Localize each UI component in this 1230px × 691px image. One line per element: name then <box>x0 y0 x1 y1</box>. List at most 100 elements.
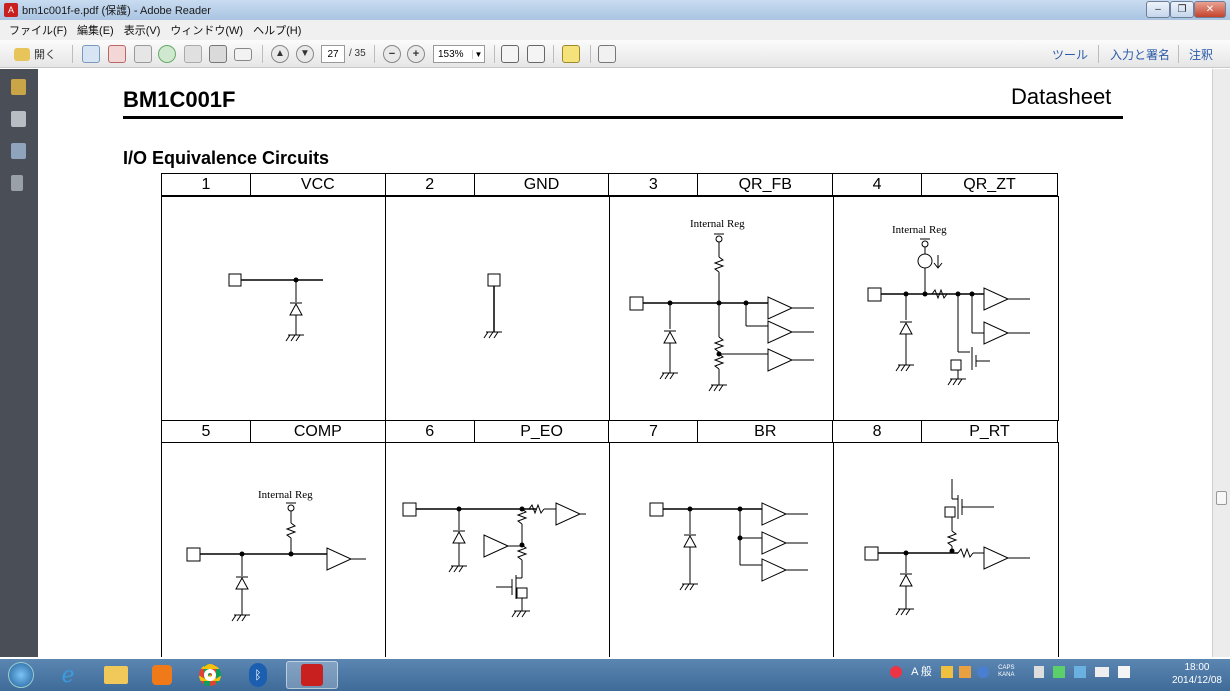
scroll-thumb[interactable] <box>1216 491 1227 505</box>
comment-link[interactable]: 注釈 <box>1189 46 1213 63</box>
print-button[interactable] <box>209 44 227 64</box>
sign-button[interactable] <box>134 44 152 64</box>
expand-button[interactable] <box>598 44 616 64</box>
internal-reg-label: Internal Reg <box>258 489 313 501</box>
circuit-p-eo <box>385 442 610 657</box>
zoom-select[interactable]: 153% ▼ <box>433 45 485 63</box>
qr-zt-circuit-diagram: Internal Reg <box>867 224 1030 386</box>
internet-explorer-icon: e <box>61 662 75 688</box>
paperclip-icon[interactable] <box>11 175 23 191</box>
menu-view[interactable]: 表示(V) <box>119 22 166 38</box>
tools-link[interactable]: ツール <box>1052 46 1088 63</box>
pin-header-row-2: 5 COMP 6 P_EO 7 BR 8 P_RT <box>161 420 1058 443</box>
minimize-button[interactable]: – <box>1146 1 1170 18</box>
next-page-button[interactable]: ▼ <box>296 44 314 64</box>
cloud-icon <box>158 45 176 63</box>
ime-mode[interactable]: A 般 <box>911 666 932 678</box>
close-button[interactable]: ✕ <box>1194 1 1226 18</box>
plus-icon: + <box>407 45 425 63</box>
vertical-scrollbar[interactable] <box>1212 69 1230 657</box>
pages-icon[interactable] <box>11 111 26 127</box>
comp-circuit-diagram: Internal Reg <box>186 489 366 622</box>
maximize-button[interactable]: ❐ <box>1170 1 1194 18</box>
cloud-upload-button[interactable] <box>158 44 176 64</box>
toolbar-divider <box>72 45 73 63</box>
bluetooth-icon: ᛒ <box>249 663 267 687</box>
taskbar-bluetooth[interactable]: ᛒ <box>236 661 280 689</box>
menu-file[interactable]: ファイル(F) <box>4 22 72 38</box>
pin-number: 4 <box>832 173 923 196</box>
page-number-input[interactable] <box>321 45 345 63</box>
pin-header-row-1: 1 VCC 2 GND 3 QR_FB 4 QR_ZT <box>161 173 1058 196</box>
taskbar-media-player[interactable] <box>140 661 184 689</box>
expand-icon <box>598 45 616 63</box>
ime-tool-icon[interactable] <box>940 666 953 679</box>
ime-help-icon[interactable] <box>977 666 990 679</box>
clock[interactable]: 18:00 2014/12/08 <box>1172 661 1222 687</box>
arrow-up-icon: ▲ <box>271 45 289 63</box>
open-button[interactable]: 開く <box>8 44 62 64</box>
folder-icon <box>104 666 128 684</box>
previous-page-button[interactable]: ▲ <box>271 44 289 64</box>
pin-name: BR <box>697 420 834 443</box>
comment-tool-button[interactable] <box>562 44 580 64</box>
pen-icon <box>134 45 152 63</box>
circuit-gnd <box>385 196 610 421</box>
bookmark-icon[interactable] <box>11 143 26 159</box>
windows-logo-icon <box>8 662 34 688</box>
start-button[interactable] <box>2 661 40 689</box>
menu-edit[interactable]: 編集(E) <box>72 22 119 38</box>
taskbar-explorer[interactable] <box>94 661 138 689</box>
ime-dict-icon[interactable] <box>958 666 971 679</box>
network-icon[interactable] <box>1052 666 1065 679</box>
taskbar-ie[interactable]: e <box>46 661 90 689</box>
save-button[interactable] <box>184 44 202 64</box>
pin-number: 2 <box>384 173 475 196</box>
battery-icon[interactable] <box>1094 667 1109 678</box>
qr-fb-circuit-diagram: Internal Reg <box>629 218 814 392</box>
vcc-circuit-diagram <box>228 273 323 342</box>
flag-icon[interactable] <box>1033 666 1044 679</box>
system-tray: A 般 CAPS KANA <box>890 663 1130 679</box>
pin-name: P_RT <box>921 420 1058 443</box>
toolbar-divider <box>1098 45 1099 63</box>
create-pdf-button[interactable] <box>82 44 100 64</box>
internal-reg-label: Internal Reg <box>690 218 745 230</box>
fit-page-icon <box>501 45 519 63</box>
pin-number: 3 <box>608 173 699 196</box>
bluetooth-tray-icon[interactable] <box>1073 666 1086 679</box>
toolbar-divider <box>262 45 263 63</box>
chrome-icon <box>199 664 221 686</box>
circuit-p-rt <box>833 442 1059 657</box>
section-title: I/O Equivalence Circuits <box>123 148 330 168</box>
menu-help[interactable]: ヘルプ(H) <box>248 22 306 38</box>
pin-number: 1 <box>161 173 251 196</box>
pin-number: 7 <box>608 420 699 443</box>
taskbar-adobe-reader[interactable] <box>286 661 338 689</box>
circuit-qr-fb: Internal Reg <box>609 196 834 421</box>
pin-name: VCC <box>249 173 386 196</box>
clock-time: 18:00 <box>1184 662 1210 673</box>
taskbar-chrome[interactable] <box>188 661 232 689</box>
adobe-reader-icon <box>301 664 323 686</box>
window-title: bm1c001f-e.pdf (保護) - Adobe Reader <box>22 5 211 17</box>
doc-type: Datasheet <box>1011 84 1112 109</box>
clock-date: 2014/12/08 <box>1171 675 1222 686</box>
email-button[interactable] <box>234 44 252 64</box>
lock-status: CAPS KANA <box>998 665 1014 679</box>
fit-width-button[interactable] <box>527 44 545 64</box>
zoom-in-button[interactable]: + <box>407 44 425 64</box>
export-button[interactable] <box>108 44 126 64</box>
zoom-out-button[interactable]: − <box>383 44 401 64</box>
menu-window[interactable]: ウィンドウ(W) <box>165 22 248 38</box>
volume-icon[interactable] <box>1117 666 1130 679</box>
fill-sign-link[interactable]: 入力と署名 <box>1110 46 1170 63</box>
minus-icon: − <box>383 45 401 63</box>
lock-icon[interactable] <box>11 79 26 95</box>
fit-page-button[interactable] <box>501 44 519 64</box>
ime-icon[interactable] <box>890 666 902 679</box>
export-icon <box>108 45 126 63</box>
envelope-icon <box>234 47 252 61</box>
page-total: / 35 <box>349 48 366 59</box>
navigation-pane <box>0 69 38 657</box>
